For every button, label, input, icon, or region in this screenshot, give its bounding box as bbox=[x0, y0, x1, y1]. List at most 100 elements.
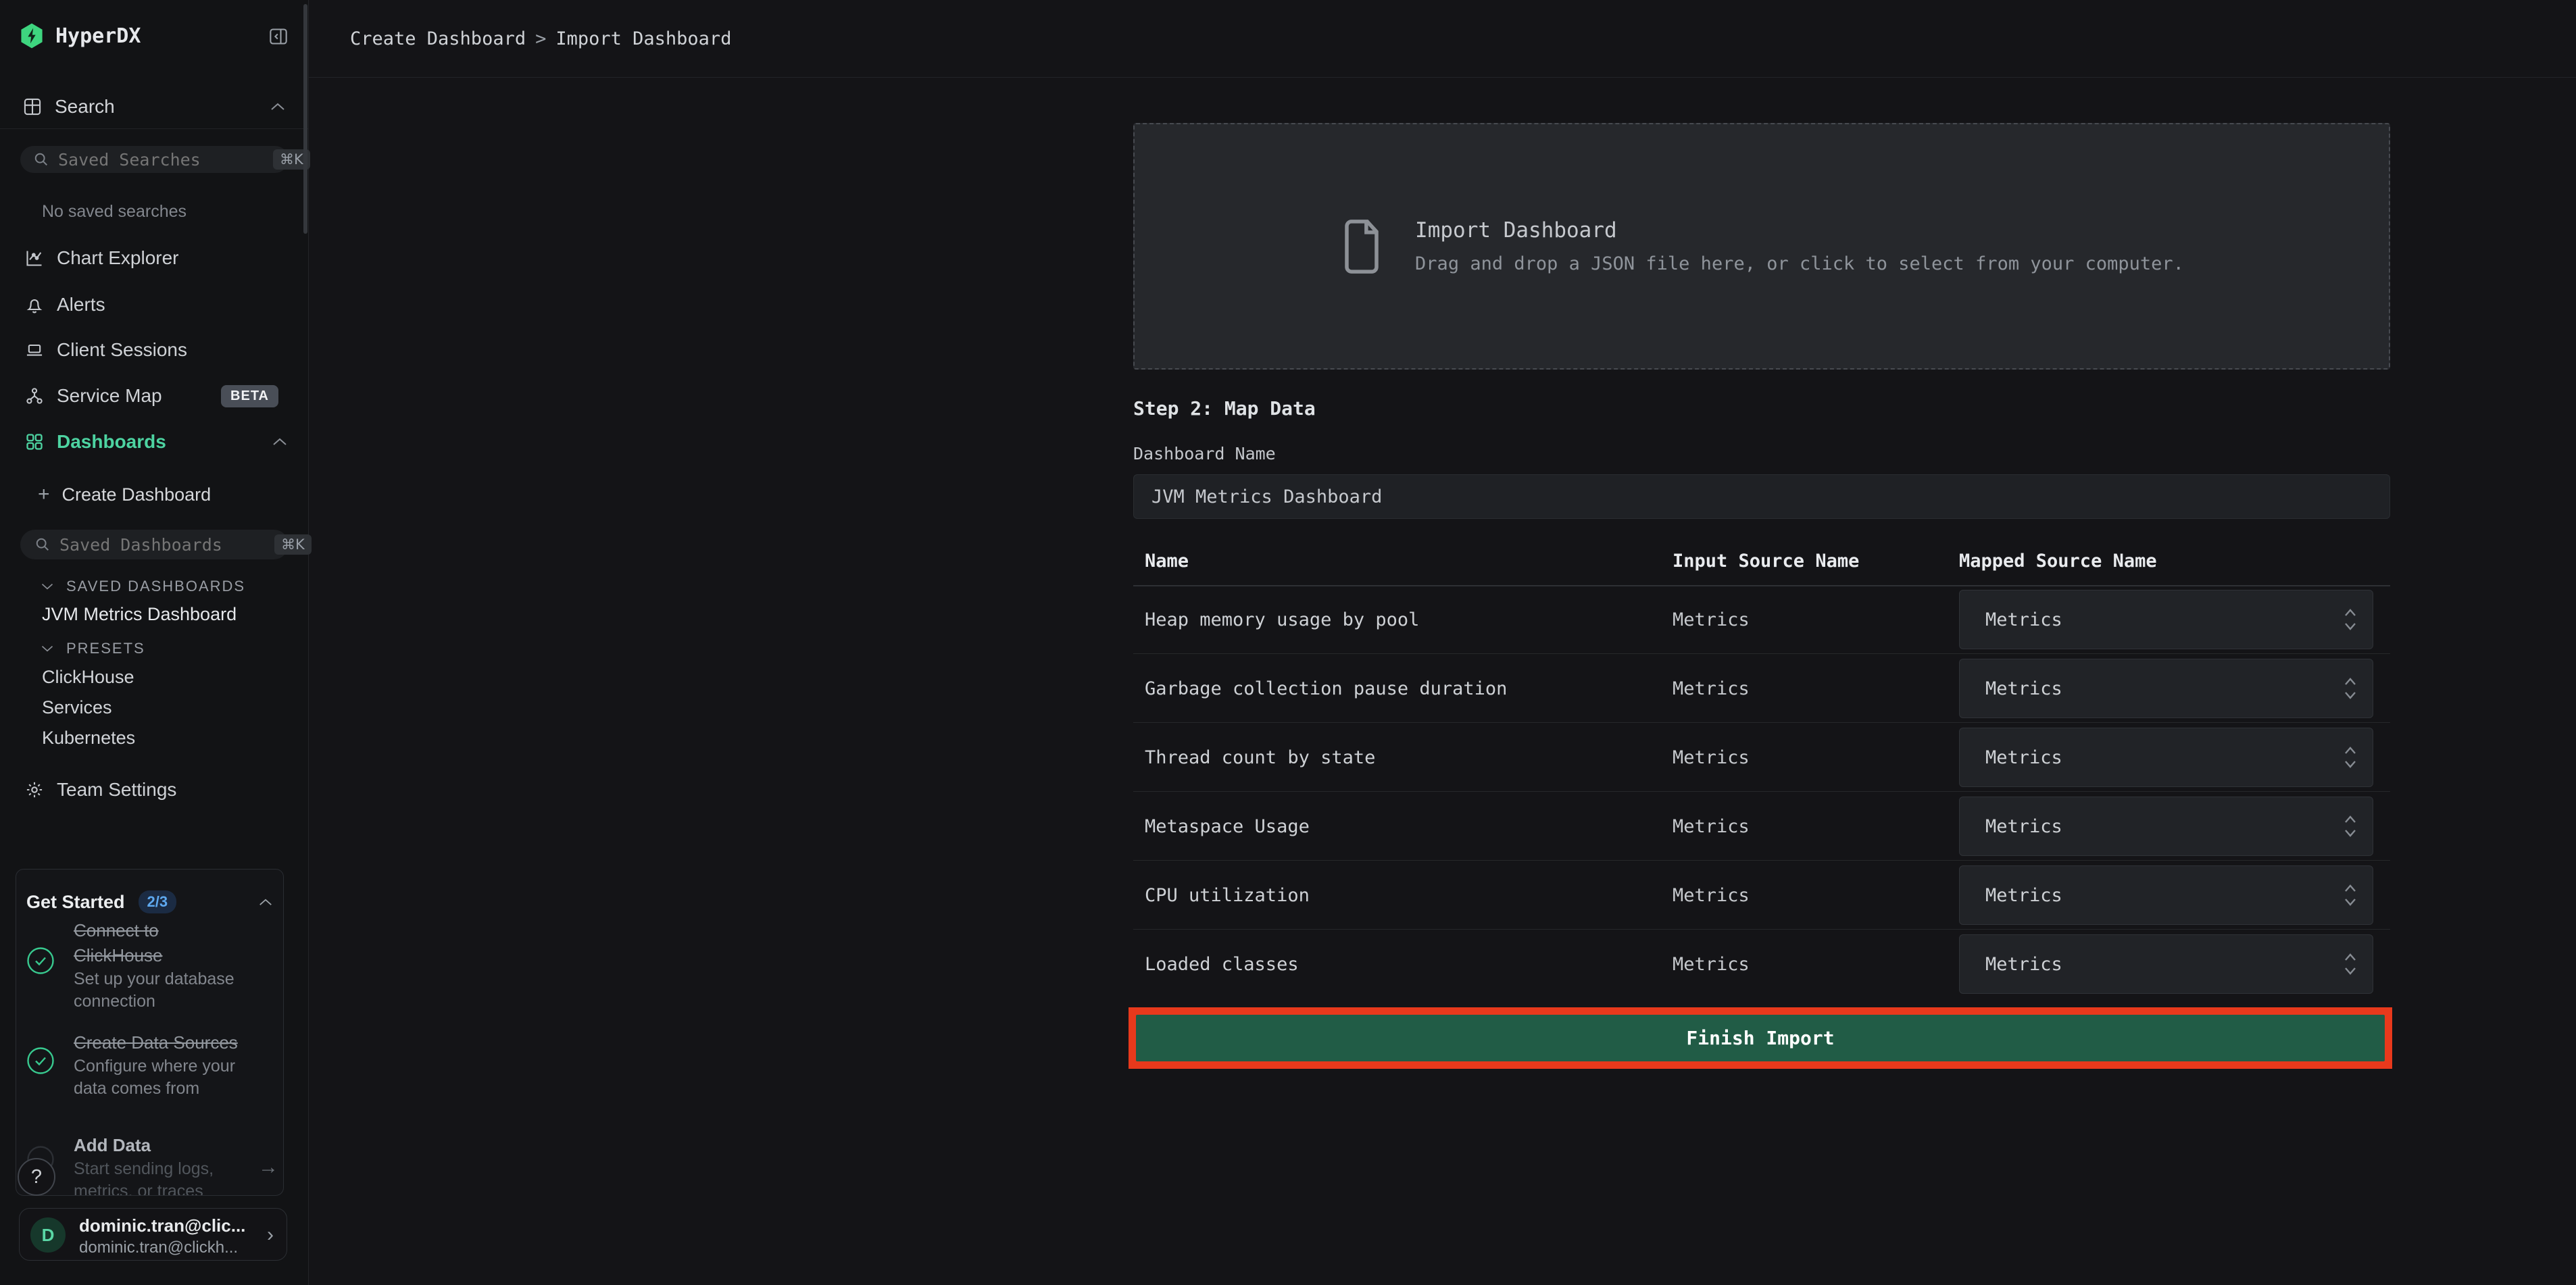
select-value: Metrics bbox=[1985, 678, 2343, 699]
row-name: Thread count by state bbox=[1145, 723, 1375, 792]
no-saved-searches-text: No saved searches bbox=[42, 201, 187, 222]
annotation-highlight-box: Finish Import bbox=[1129, 1007, 2392, 1069]
sidebar-section-search[interactable]: Search bbox=[22, 95, 286, 119]
row-input-source: Metrics bbox=[1673, 930, 1750, 999]
dropzone-title: Import Dashboard bbox=[1415, 218, 2184, 243]
saved-searches-search[interactable]: ⌘K bbox=[20, 146, 289, 173]
sidebar-item-kubernetes[interactable]: Kubernetes bbox=[42, 726, 135, 749]
row-name: Heap memory usage by pool bbox=[1145, 585, 1419, 654]
brand-logo[interactable]: HyperDX bbox=[20, 20, 141, 51]
get-started-item-connect[interactable]: Connect to ClickHouse Set up your databa… bbox=[74, 918, 243, 1013]
select-chevrons-icon bbox=[2343, 814, 2358, 838]
col-header-input-source: Input Source Name bbox=[1673, 537, 1859, 585]
nav-label: Service Map bbox=[57, 385, 162, 407]
sidebar-item-jvm-dashboard[interactable]: JVM Metrics Dashboard bbox=[42, 603, 237, 626]
hyperdx-logo-icon bbox=[20, 23, 43, 49]
presets-group-header[interactable]: PRESETS bbox=[41, 638, 145, 659]
breadcrumb-separator: > bbox=[526, 28, 555, 49]
row-input-source: Metrics bbox=[1673, 654, 1750, 723]
table-row: Heap memory usage by pool Metrics Metric… bbox=[1133, 585, 2390, 654]
app-window: HyperDX Search bbox=[0, 0, 2576, 1285]
mapped-source-select[interactable]: Metrics bbox=[1959, 659, 2373, 718]
get-started-card: Get Started 2/3 Connect to ClickHouse Se… bbox=[16, 869, 284, 1196]
dashboard-name-label: Dashboard Name bbox=[1133, 444, 1276, 463]
select-value: Metrics bbox=[1985, 747, 2343, 768]
saved-dashboards-input[interactable] bbox=[59, 535, 274, 555]
table-row: Garbage collection pause duration Metric… bbox=[1133, 654, 2390, 723]
create-dashboard-button[interactable]: + Create Dashboard bbox=[38, 482, 211, 507]
shortcut-badge: ⌘K bbox=[274, 534, 312, 555]
select-value: Metrics bbox=[1985, 816, 2343, 837]
table-row: Metaspace Usage Metrics Metrics bbox=[1133, 792, 2390, 861]
step-2-title: Step 2: Map Data bbox=[1133, 397, 1316, 420]
row-name: Loaded classes bbox=[1145, 930, 1299, 999]
sidebar-collapse-icon[interactable] bbox=[269, 27, 288, 46]
search-icon bbox=[34, 152, 49, 167]
get-started-header[interactable]: Get Started 2/3 bbox=[26, 890, 273, 914]
select-chevrons-icon bbox=[2343, 676, 2358, 701]
sidebar-item-services[interactable]: Services bbox=[42, 696, 112, 719]
row-input-source: Metrics bbox=[1673, 861, 1750, 930]
nav-label: Dashboards bbox=[57, 431, 166, 453]
sidebar-item-client-sessions[interactable]: Client Sessions bbox=[24, 337, 288, 363]
mapped-source-select[interactable]: Metrics bbox=[1959, 797, 2373, 856]
mapped-source-select[interactable]: Metrics bbox=[1959, 934, 2373, 994]
breadcrumb-import-dashboard[interactable]: Import Dashboard bbox=[555, 28, 731, 49]
saved-searches-input[interactable] bbox=[58, 150, 273, 170]
select-value: Metrics bbox=[1985, 609, 2343, 630]
finish-import-button[interactable]: Finish Import bbox=[1136, 1015, 2385, 1061]
sidebar: HyperDX Search bbox=[0, 0, 309, 1285]
chevron-right-icon: › bbox=[267, 1224, 274, 1246]
avatar-initial: D bbox=[42, 1225, 55, 1246]
mapped-source-select[interactable]: Metrics bbox=[1959, 590, 2373, 649]
group-label: PRESETS bbox=[66, 640, 145, 657]
sidebar-item-team-settings[interactable]: Team Settings bbox=[24, 777, 176, 803]
sidebar-scrollbar[interactable] bbox=[303, 4, 307, 234]
search-pane-icon bbox=[22, 97, 43, 116]
row-input-source: Metrics bbox=[1673, 792, 1750, 861]
get-started-item-sources[interactable]: Create Data Sources Configure where your… bbox=[74, 1030, 243, 1100]
mapped-source-select[interactable]: Metrics bbox=[1959, 728, 2373, 787]
check-circle-icon bbox=[26, 1047, 55, 1075]
mapped-source-select[interactable]: Metrics bbox=[1959, 865, 2373, 925]
table-row: CPU utilization Metrics Metrics bbox=[1133, 861, 2390, 930]
chevron-down-icon bbox=[41, 645, 54, 653]
sidebar-item-dashboards[interactable]: Dashboards bbox=[24, 429, 288, 455]
gear-icon bbox=[24, 780, 45, 799]
row-input-source: Metrics bbox=[1673, 585, 1750, 654]
saved-dashboards-group-header[interactable]: SAVED DASHBOARDS bbox=[41, 576, 245, 597]
sidebar-item-service-map[interactable]: Service Map BETA bbox=[24, 383, 288, 409]
select-chevrons-icon bbox=[2343, 745, 2358, 770]
plus-icon: + bbox=[38, 483, 50, 506]
get-started-item-add-data[interactable]: Add Data Start sending logs, metrics, or… bbox=[74, 1133, 243, 1196]
import-dropzone[interactable]: Import Dashboard Drag and drop a JSON fi… bbox=[1133, 123, 2390, 370]
team-settings-label: Team Settings bbox=[57, 779, 176, 801]
breadcrumb-create-dashboard[interactable]: Create Dashboard bbox=[350, 28, 526, 49]
row-name: Metaspace Usage bbox=[1145, 792, 1310, 861]
sidebar-item-chart-explorer[interactable]: Chart Explorer bbox=[24, 245, 288, 271]
col-header-name: Name bbox=[1145, 537, 1189, 585]
laptop-icon bbox=[24, 341, 45, 359]
user-menu[interactable]: D dominic.tran@clic... dominic.tran@clic… bbox=[19, 1208, 287, 1261]
nav-label: Client Sessions bbox=[57, 339, 187, 361]
group-label: SAVED DASHBOARDS bbox=[66, 578, 245, 595]
dashboard-name-input[interactable] bbox=[1133, 474, 2390, 519]
nav-label: Chart Explorer bbox=[57, 247, 179, 269]
sidebar-item-alerts[interactable]: Alerts bbox=[24, 292, 288, 318]
saved-dashboards-search[interactable]: ⌘K bbox=[20, 530, 289, 559]
help-button[interactable]: ? bbox=[18, 1158, 55, 1196]
select-value: Metrics bbox=[1985, 954, 2343, 975]
select-chevrons-icon bbox=[2343, 607, 2358, 632]
beta-badge: BETA bbox=[221, 385, 278, 407]
chart-explorer-icon bbox=[24, 249, 45, 268]
section-search-label: Search bbox=[55, 96, 115, 118]
search-icon bbox=[35, 537, 50, 552]
col-header-mapped-source: Mapped Source Name bbox=[1959, 537, 2157, 585]
sidebar-item-clickhouse[interactable]: ClickHouse bbox=[42, 665, 134, 688]
progress-badge: 2/3 bbox=[139, 890, 177, 913]
arrow-right-icon: → bbox=[258, 1156, 278, 1179]
step-desc: Set up your database connection bbox=[74, 968, 243, 1013]
chevron-up-icon bbox=[270, 102, 286, 111]
step-desc: Configure where your data comes from bbox=[74, 1055, 243, 1100]
create-dashboard-label: Create Dashboard bbox=[62, 484, 212, 505]
